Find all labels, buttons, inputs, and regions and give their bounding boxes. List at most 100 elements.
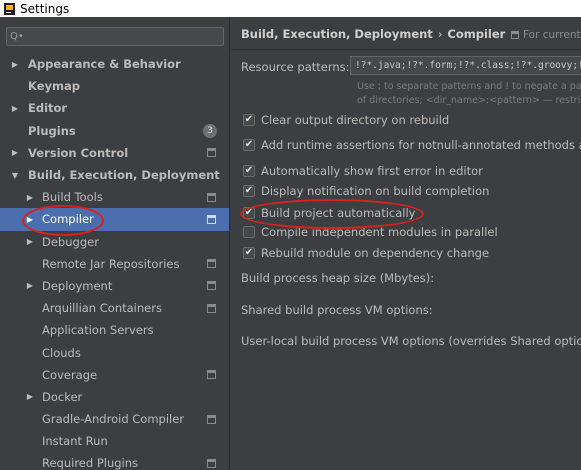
check-icon[interactable]: ✔ [243,114,255,126]
tree-item-editor[interactable]: ▶ Editor [0,97,229,119]
tree-item-label: Appearance & Behavior [28,57,181,72]
resource-patterns-hint-line2: of directories; <dir_name>:<pattern> — r… [357,95,581,106]
tree-item-label: Plugins [28,123,76,138]
project-scope-icon [207,214,216,224]
tree-item-label: Clouds [42,345,81,360]
for-current-project-note: For current [511,29,581,41]
runtime-assertions-checkbox[interactable]: ✔ Add runtime assertions for notnull-ann… [243,137,581,153]
resource-patterns-label: Resource patterns: [241,60,350,74]
tree-item-build-tools[interactable]: ▶ Build Tools [0,186,229,208]
chevron-down-icon[interactable]: ▼ [10,171,20,180]
unchecked-box-icon[interactable] [243,226,255,238]
header-divider [231,49,581,50]
project-scope-icon [207,259,216,269]
chevron-right-icon[interactable]: ▶ [10,60,20,69]
intellij-app-icon [4,2,15,15]
tree-item-label: Deployment [42,278,113,293]
tree-item-version-control[interactable]: ▶ Version Control [0,142,229,164]
tree-item-clouds[interactable]: Clouds [0,341,229,363]
project-scope-icon [207,148,216,158]
settings-tree: ▶ Appearance & Behavior Keymap ▶ Editor … [0,53,229,470]
settings-search-input[interactable]: Q• [6,27,224,46]
window-title: Settings [20,1,70,16]
tree-item-label: Instant Run [42,434,108,449]
compile-parallel-checkbox[interactable]: Compile independent modules in parallel [243,224,498,240]
chevron-right-icon[interactable]: ▶ [25,281,35,290]
heap-size-label: Build process heap size (Mbytes): [241,271,435,285]
shared-vm-options-label: Shared build process VM options: [241,303,433,317]
tree-item-label: Compiler [42,212,94,227]
tree-item-instant-run[interactable]: Instant Run [0,430,229,452]
build-notification-checkbox[interactable]: ✔ Display notification on build completi… [243,183,489,199]
build-project-automatically-checkbox[interactable]: ✔ Build project automatically [243,205,416,221]
tree-item-plugins[interactable]: Plugins 3 [0,120,229,142]
tree-item-label: Build, Execution, Deployment [28,168,220,183]
tree-item-deployment[interactable]: ▶ Deployment [0,275,229,297]
show-first-error-checkbox[interactable]: ✔ Automatically show first error in edit… [243,163,483,179]
project-scope-icon [511,31,519,39]
project-scope-icon [207,303,216,313]
project-scope-icon [207,414,216,424]
plugins-count-badge: 3 [203,123,217,138]
tree-item-label: Build Tools [42,190,103,205]
resource-patterns-hint-line1: Use ; to separate patterns and ! to nega… [357,81,581,92]
tree-item-label: Required Plugins [42,456,139,470]
for-current-label: For current [523,29,581,41]
checkbox-label: Rebuild module on dependency change [261,246,490,260]
checkbox-label: Clear output directory on rebuild [261,113,450,127]
project-scope-icon [207,370,216,380]
checkbox-label: Display notification on build completion [261,184,490,198]
clear-output-checkbox[interactable]: ✔ Clear output directory on rebuild [243,112,449,128]
tree-item-keymap[interactable]: Keymap [0,75,229,97]
checkbox-label: Build project automatically [261,206,416,220]
tree-item-label: Version Control [28,145,129,160]
breadcrumb-current: Compiler [447,27,506,41]
tree-item-label: Docker [42,389,83,404]
tree-item-docker[interactable]: ▶ Docker [0,386,229,408]
project-scope-icon [207,458,216,468]
breadcrumb-parent: Build, Execution, Deployment [241,27,433,41]
check-icon[interactable]: ✔ [243,165,255,177]
tree-item-label: Debugger [42,234,99,249]
user-local-vm-options-label: User-local build process VM options (ove… [241,334,581,348]
tree-item-coverage[interactable]: Coverage [0,364,229,386]
tree-item-debugger[interactable]: ▶ Debugger [0,231,229,253]
tree-item-label: Coverage [42,367,98,382]
chevron-right-icon[interactable]: ▶ [25,237,35,246]
compiler-settings-panel: Build, Execution, Deployment › Compiler Fo… [231,17,581,470]
chevron-right-icon[interactable]: ▶ [25,392,35,401]
checkbox-label: Compile independent modules in parallel [261,225,498,239]
project-scope-icon [207,281,216,291]
tree-item-label: Arquillian Containers [42,301,162,316]
tree-item-arquillian-containers[interactable]: Arquillian Containers [0,297,229,319]
tree-item-gradle-android-compiler[interactable]: Gradle-Android Compiler [0,408,229,430]
check-icon[interactable]: ✔ [243,247,255,259]
tree-item-remote-jar-repositories[interactable]: Remote Jar Repositories [0,253,229,275]
chevron-right-icon[interactable]: ▶ [10,104,20,113]
tree-item-build-execution-deployment[interactable]: ▼ Build, Execution, Deployment [0,164,229,186]
tree-item-compiler[interactable]: ▶ Compiler [0,208,229,231]
check-icon[interactable]: ✔ [243,185,255,197]
checkbox-label: Automatically show first error in editor [261,164,483,178]
tree-item-label: Application Servers [42,323,154,338]
search-icon: Q• [10,31,24,42]
check-icon[interactable]: ✔ [243,207,255,219]
tree-item-application-servers[interactable]: Application Servers [0,319,229,341]
breadcrumb-separator-icon: › [437,27,443,41]
title-bar: Settings [0,0,581,17]
check-icon[interactable]: ✔ [243,139,255,151]
chevron-right-icon[interactable]: ▶ [10,148,20,157]
tree-item-label: Remote Jar Repositories [42,256,180,271]
checkbox-label: Add runtime assertions for notnull-annot… [261,138,581,152]
tree-item-label: Gradle-Android Compiler [42,412,185,427]
tree-item-appearance-behavior[interactable]: ▶ Appearance & Behavior [0,53,229,75]
project-scope-icon [207,192,216,202]
tree-item-required-plugins[interactable]: Required Plugins [0,452,229,470]
chevron-right-icon[interactable]: ▶ [25,193,35,202]
settings-sidebar: Q• ▶ Appearance & Behavior Keymap ▶ Edit… [0,17,230,470]
rebuild-on-dependency-checkbox[interactable]: ✔ Rebuild module on dependency change [243,245,489,261]
resource-patterns-field[interactable]: !?*.java;!?*.form;!?*.class;!?*.groovy;!… [350,56,581,75]
chevron-right-icon[interactable]: ▶ [25,215,35,224]
tree-item-label: Editor [28,101,68,116]
tree-item-label: Keymap [28,79,80,94]
